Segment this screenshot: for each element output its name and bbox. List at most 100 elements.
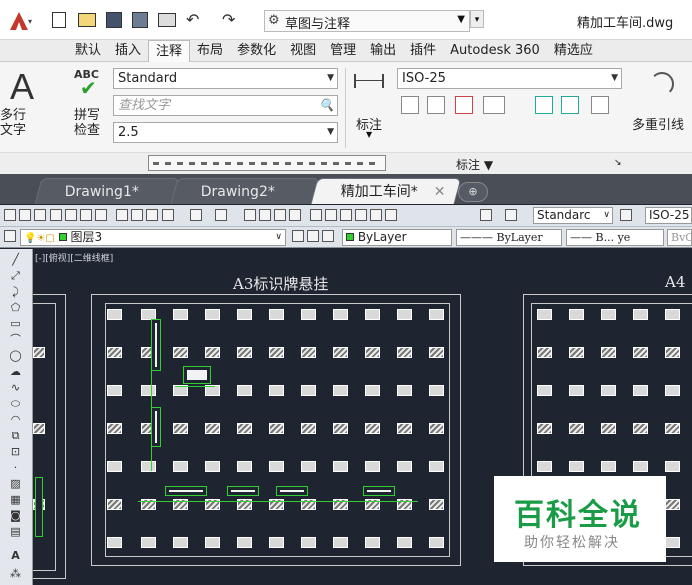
tab-layout[interactable]: 布局 <box>190 40 230 61</box>
find-text-input[interactable]: 查找文字 🔍 <box>113 95 338 116</box>
tab-view[interactable]: 视图 <box>283 40 323 61</box>
tool-palette-icon[interactable] <box>340 209 352 221</box>
preview-icon[interactable] <box>65 209 77 221</box>
print-icon[interactable] <box>50 209 62 221</box>
make-block-icon[interactable]: ⊡ <box>9 445 22 458</box>
make-current-icon[interactable] <box>292 230 304 242</box>
revcloud-icon[interactable]: ☁ <box>9 365 22 378</box>
new-icon[interactable] <box>52 12 66 28</box>
ellipse-arc-icon[interactable]: ◠ <box>9 413 22 426</box>
dim-style-icon[interactable] <box>620 209 632 221</box>
hatch-icon[interactable]: ▨ <box>9 477 22 490</box>
sign-block[interactable] <box>35 477 43 537</box>
dim-oblique-icon[interactable] <box>401 96 419 114</box>
doc-tab-drawing1[interactable]: Drawing1* <box>34 178 180 204</box>
rectangle-icon[interactable]: ▭ <box>9 317 22 330</box>
undo-icon[interactable]: ↶ <box>186 10 199 29</box>
lineweight-select[interactable]: —— B... ye <box>566 229 664 246</box>
construction-line-icon[interactable]: ⤢ <box>9 269 22 282</box>
tab-featured-apps[interactable]: 精选应 <box>547 40 600 61</box>
polyline-icon[interactable]: ⤸ <box>9 285 22 298</box>
dim-inspect-icon[interactable] <box>535 96 553 114</box>
circle-icon[interactable]: ◯ <box>9 349 22 362</box>
zoom-icon[interactable] <box>259 209 271 221</box>
dialog-launcher-icon[interactable]: ↘ <box>614 158 622 168</box>
dimension-style-select[interactable]: ISO-25 ▼ <box>397 68 622 89</box>
sign-block[interactable] <box>151 407 161 447</box>
region-icon[interactable]: ◙ <box>9 509 22 522</box>
dim-break-icon[interactable] <box>561 96 579 114</box>
sign-block[interactable] <box>183 366 211 384</box>
spell-check-button[interactable]: ABC ✔ 拼写 检查 <box>72 68 106 148</box>
linetype-select[interactable]: ——— ByLayer <box>456 229 562 246</box>
cut-icon[interactable] <box>116 209 128 221</box>
sign-block[interactable] <box>151 319 161 371</box>
multiline-text-icon[interactable]: A <box>9 549 22 562</box>
table-icon[interactable]: ▤ <box>9 525 22 538</box>
text-style-select[interactable]: Standard ▼ <box>113 68 338 89</box>
markup-icon[interactable] <box>370 209 382 221</box>
workspace-switcher[interactable]: ⚙ 草图与注释 ▼ <box>264 10 470 32</box>
color-select[interactable]: ByLayer <box>342 229 452 246</box>
zoom-previous-icon[interactable] <box>289 209 301 221</box>
calculator-icon[interactable] <box>385 209 397 221</box>
tab-insert[interactable]: 插入 <box>108 40 148 61</box>
layer-match-icon[interactable] <box>322 230 334 242</box>
line-icon[interactable]: ╱ <box>9 253 22 266</box>
publish-icon[interactable] <box>80 209 92 221</box>
doc-tab-current[interactable]: 精加工车间* ✕ <box>310 178 462 205</box>
save-icon[interactable] <box>106 12 122 28</box>
tab-parametric[interactable]: 参数化 <box>230 40 283 61</box>
match-properties-icon[interactable] <box>162 209 174 221</box>
pan-icon[interactable] <box>244 209 256 221</box>
ellipse-icon[interactable]: ⬭ <box>9 397 22 410</box>
3d-print-icon[interactable] <box>95 209 107 221</box>
plot-style-select[interactable]: BvC <box>667 229 692 246</box>
open-icon[interactable] <box>78 13 96 27</box>
tab-output[interactable]: 输出 <box>363 40 403 61</box>
tab-annotate[interactable]: 注释 <box>148 40 191 63</box>
insert-block-icon[interactable]: ⧉ <box>9 429 22 442</box>
autocad-logo-button[interactable]: ▾ <box>8 10 34 32</box>
tab-default[interactable]: 默认 <box>68 40 108 61</box>
copy-icon[interactable] <box>131 209 143 221</box>
gradient-icon[interactable]: ▦ <box>9 493 22 506</box>
spline-icon[interactable]: ∿ <box>9 381 22 394</box>
save-icon[interactable] <box>34 209 46 221</box>
help-icon[interactable] <box>480 209 492 221</box>
text-style-icon[interactable] <box>505 209 517 221</box>
close-icon[interactable]: ✕ <box>434 179 446 205</box>
tab-manage[interactable]: 管理 <box>323 40 363 61</box>
layer-manager-icon[interactable] <box>4 230 16 242</box>
layer-previous-icon[interactable] <box>307 230 319 242</box>
sheet-set-icon[interactable] <box>355 209 367 221</box>
save-as-icon[interactable] <box>132 12 148 28</box>
dim-jog-icon[interactable] <box>591 96 609 114</box>
doc-tab-drawing2[interactable]: Drawing2* <box>170 178 320 204</box>
dimension-button[interactable]: 标注 ▼ <box>350 68 390 148</box>
multiline-text-button[interactable]: A 多行 文字 <box>0 66 42 146</box>
print-icon[interactable] <box>158 13 176 27</box>
toolbar-text-style-select[interactable]: Standarc ∨ <box>533 207 613 224</box>
tab-autodesk-360[interactable]: Autodesk 360 <box>443 40 547 61</box>
viewport-label[interactable]: [-][俯视][二维线框] <box>35 251 113 264</box>
design-center-icon[interactable] <box>325 209 337 221</box>
redo-icon[interactable]: ↷ <box>222 10 235 29</box>
undo-icon[interactable] <box>190 209 202 221</box>
paste-icon[interactable] <box>146 209 158 221</box>
dim-continue-icon[interactable] <box>483 96 505 114</box>
properties-icon[interactable] <box>310 209 322 221</box>
arc-icon[interactable]: ⌒ <box>9 333 22 346</box>
panel-mini-toolbar[interactable] <box>148 155 386 171</box>
multileader-button[interactable]: 多重引线 <box>632 68 692 148</box>
new-icon[interactable] <box>4 209 16 221</box>
search-icon[interactable]: 🔍 <box>319 96 334 115</box>
tab-plugins[interactable]: 插件 <box>403 40 443 61</box>
point-icon[interactable]: · <box>9 461 22 474</box>
redo-icon[interactable] <box>215 209 227 221</box>
sign-block[interactable] <box>363 486 395 496</box>
open-icon[interactable] <box>19 209 31 221</box>
new-tab-button[interactable]: ⊕ <box>458 182 488 202</box>
dim-text-edit-icon[interactable] <box>427 96 445 114</box>
add-selected-icon[interactable]: ⁂ <box>9 567 22 580</box>
